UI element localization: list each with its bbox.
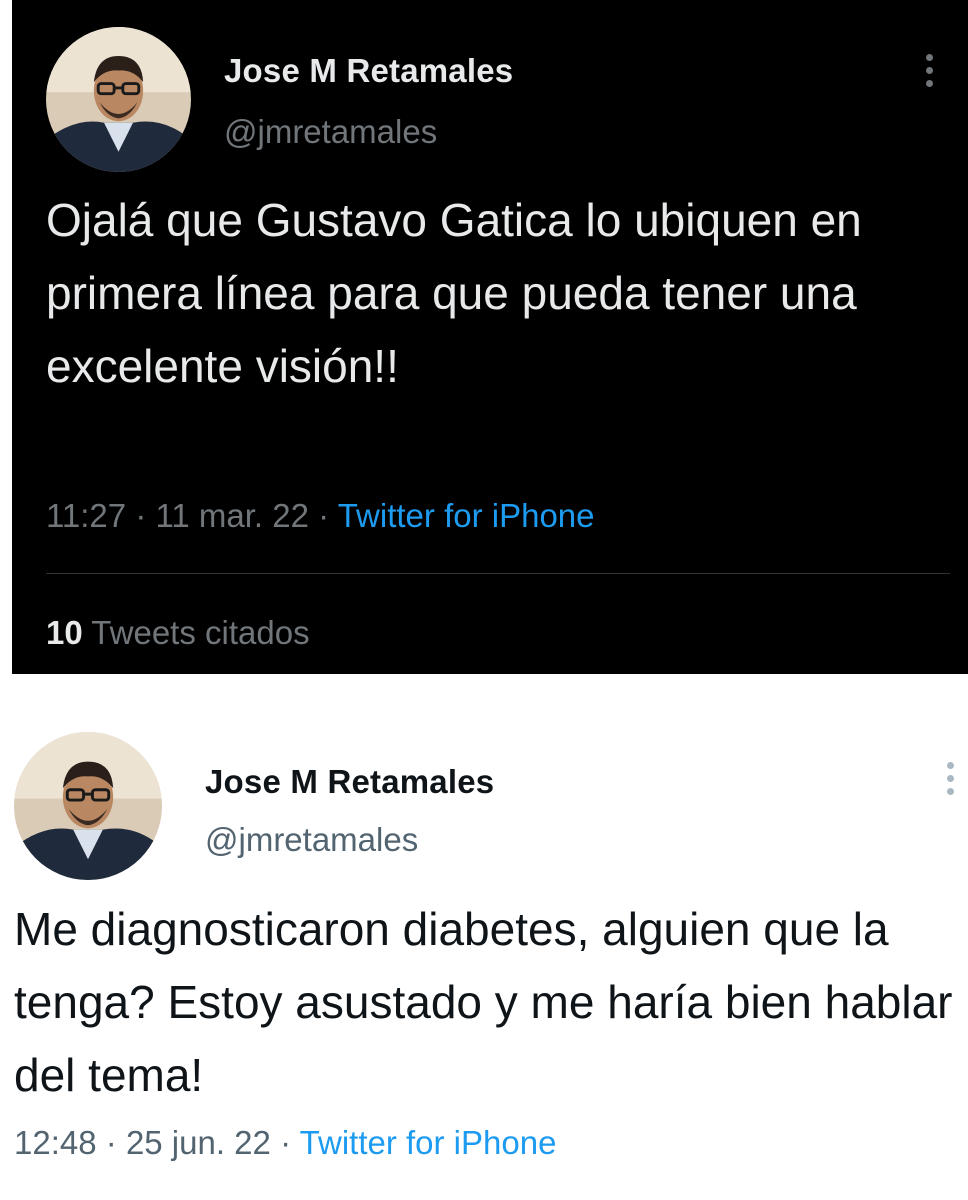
meta-separator: ·	[135, 497, 147, 534]
author-name[interactable]: Jose M Retamales	[224, 52, 513, 90]
tweet-text: Me diagnosticaron diabetes, alguien que …	[14, 903, 953, 1101]
tweet-card-dark: Jose M Retamales @jmretamales Ojalá que …	[12, 0, 968, 674]
tweet-meta: 11:27 · 11 mar. 22 · Twitter for iPhone	[46, 497, 595, 535]
more-vertical-icon[interactable]	[923, 54, 935, 87]
divider	[46, 573, 950, 574]
tweet-time[interactable]: 12:48	[14, 1124, 97, 1161]
quote-count: 10	[46, 614, 83, 651]
tweet-date[interactable]: 25 jun. 22	[126, 1124, 271, 1161]
tweet-source-link[interactable]: Twitter for iPhone	[338, 497, 595, 534]
tweet-meta: 12:48 · 25 jun. 22 · Twitter for iPhone	[14, 1124, 556, 1162]
author-avatar[interactable]	[46, 27, 191, 172]
author-handle[interactable]: @jmretamales	[205, 821, 418, 859]
tweet-card-light: Jose M Retamales @jmretamales Me diagnos…	[0, 700, 968, 1200]
meta-separator: ·	[318, 497, 330, 534]
profile-photo-icon	[46, 27, 191, 172]
profile-photo-icon	[14, 732, 162, 880]
quote-label: Tweets citados	[91, 614, 310, 651]
author-avatar[interactable]	[14, 732, 162, 880]
author-name[interactable]: Jose M Retamales	[205, 763, 494, 801]
meta-separator: ·	[280, 1124, 292, 1161]
tweet-time[interactable]: 11:27	[46, 497, 126, 534]
meta-separator: ·	[105, 1124, 117, 1161]
tweet-date[interactable]: 11 mar. 22	[155, 497, 308, 534]
tweet-text: Ojalá que Gustavo Gatica lo ubiquen en p…	[46, 194, 862, 392]
more-vertical-icon[interactable]	[944, 762, 956, 795]
screenshot-separator	[0, 674, 968, 701]
tweet-source-link[interactable]: Twitter for iPhone	[300, 1124, 557, 1161]
author-handle[interactable]: @jmretamales	[224, 113, 437, 151]
quote-tweets-link[interactable]: 10 Tweets citados	[46, 614, 310, 652]
